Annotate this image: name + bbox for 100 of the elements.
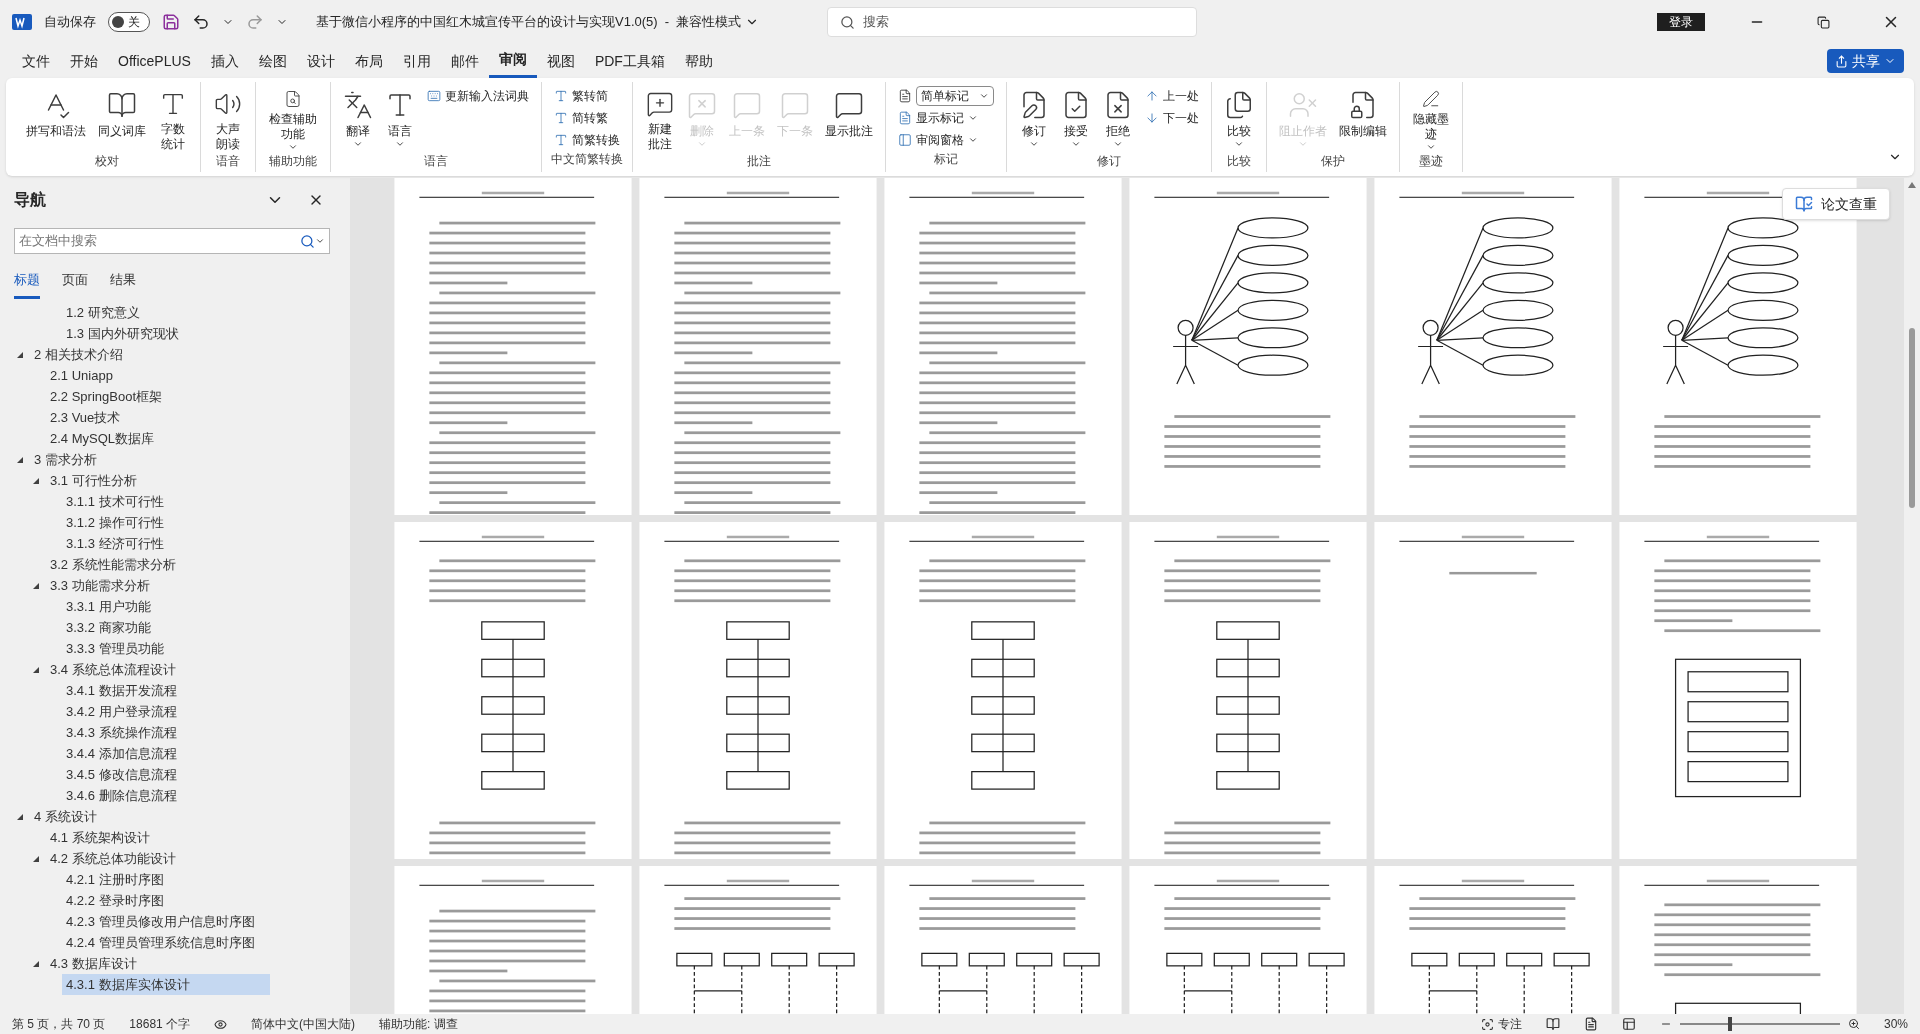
- heading-item[interactable]: 2 相关技术介绍: [30, 344, 123, 365]
- scrollbar-thumb[interactable]: [1909, 328, 1915, 508]
- heading-item[interactable]: 3.4.6 删除信息流程: [62, 785, 177, 806]
- zoom-slider[interactable]: [1679, 1017, 1840, 1031]
- ribbon-button[interactable]: 翻译: [339, 86, 377, 152]
- ribbon-button[interactable]: 隐藏墨迹: [1408, 86, 1454, 152]
- ribbon-button[interactable]: 字数统计: [154, 86, 192, 152]
- heading-item[interactable]: 3.3.2 商家功能: [62, 617, 151, 638]
- heading-item[interactable]: 3.3.3 管理员功能: [62, 638, 164, 659]
- ribbon-button[interactable]: 审阅窗格: [898, 130, 994, 150]
- search-input[interactable]: 搜索: [863, 12, 1185, 32]
- heading-item[interactable]: 3.4.3 系统操作流程: [62, 722, 177, 743]
- heading-item[interactable]: 3.4.2 用户登录流程: [62, 701, 177, 722]
- login-button[interactable]: 登录: [1657, 13, 1705, 31]
- heading-item[interactable]: 4.3.1 数据库实体设计: [62, 974, 270, 995]
- ribbon-tab[interactable]: 邮件: [440, 44, 489, 78]
- heading-item[interactable]: 4.2 系统总体功能设计: [46, 848, 176, 869]
- ribbon-tab[interactable]: 视图: [536, 44, 585, 78]
- ribbon-tab[interactable]: 文件: [12, 44, 60, 78]
- ribbon-tab[interactable]: 插入: [200, 44, 249, 78]
- expanded-triangle-icon[interactable]: [16, 455, 24, 464]
- ribbon-tab[interactable]: 引用: [392, 44, 441, 78]
- search-field[interactable]: 在文档中搜索: [14, 228, 330, 254]
- language-status[interactable]: 简体中文(中国大陆): [251, 1015, 356, 1033]
- heading-item[interactable]: 4.1 系统架构设计: [46, 827, 150, 848]
- ribbon-tab[interactable]: 绘图: [248, 44, 297, 78]
- ribbon-button[interactable]: 显示批注: [821, 86, 877, 152]
- heading-item[interactable]: 3.3.1 用户功能: [62, 596, 151, 617]
- restore-icon[interactable]: [1817, 15, 1830, 29]
- search-field[interactable]: 搜索: [827, 7, 1198, 37]
- heading-item[interactable]: 3.1.2 操作可行性: [62, 512, 164, 533]
- ribbon-tab[interactable]: OfficePLUS: [108, 44, 201, 78]
- ribbon-tab[interactable]: 开始: [60, 44, 108, 78]
- heading-item[interactable]: 3.3 功能需求分析: [46, 575, 150, 596]
- share-button[interactable]: 共享: [1827, 49, 1904, 73]
- heading-item[interactable]: 3.4.4 添加信息流程: [62, 743, 177, 764]
- ribbon-button[interactable]: 同义词库: [94, 86, 150, 152]
- web-layout-icon[interactable]: [1621, 1017, 1636, 1031]
- expanded-triangle-icon[interactable]: [32, 476, 40, 485]
- proofing-icon[interactable]: [214, 1017, 228, 1031]
- ribbon-button[interactable]: 比较: [1220, 86, 1258, 152]
- ribbon-button[interactable]: 大声朗读: [209, 86, 247, 152]
- heading-item[interactable]: 3.1.1 技术可行性: [62, 491, 164, 512]
- focus-button[interactable]: 专注: [1480, 1015, 1522, 1033]
- expanded-triangle-icon[interactable]: [32, 581, 40, 590]
- undo-icon[interactable]: [192, 13, 210, 31]
- heading-item[interactable]: 3.4.1 数据开发流程: [62, 680, 177, 701]
- page-count[interactable]: 第 5 页，共 70 页: [12, 1015, 106, 1033]
- ribbon-button[interactable]: 简繁转换: [554, 130, 620, 150]
- zoom-in-icon[interactable]: [1847, 1018, 1860, 1030]
- ribbon-button[interactable]: 语言: [381, 86, 419, 152]
- ribbon-tab[interactable]: 布局: [344, 44, 393, 78]
- ribbon-button[interactable]: 检查辅助功能: [264, 86, 322, 152]
- search-input[interactable]: 在文档中搜索: [19, 231, 300, 251]
- ribbon-button[interactable]: 接受: [1057, 86, 1095, 152]
- plagiarism-check-button[interactable]: 论文查重: [1782, 188, 1890, 220]
- heading-item[interactable]: 1.3 国内外研究现状: [66, 323, 179, 344]
- expanded-triangle-icon[interactable]: [32, 959, 40, 968]
- ribbon-button[interactable]: 拼写和语法: [22, 86, 90, 152]
- print-layout-icon[interactable]: [1583, 1017, 1598, 1031]
- heading-item[interactable]: 2.4 MySQL数据库: [46, 428, 155, 449]
- heading-item[interactable]: 4.2.1 注册时序图: [62, 869, 164, 890]
- ribbon-button[interactable]: 上一处: [1145, 86, 1199, 106]
- nav-tab[interactable]: 结果: [110, 270, 136, 296]
- ribbon-button[interactable]: 新建批注: [641, 86, 679, 152]
- heading-item[interactable]: 3.1 可行性分析: [46, 470, 137, 491]
- heading-item[interactable]: 4 系统设计: [30, 806, 97, 827]
- nav-tab[interactable]: 标题: [14, 270, 40, 299]
- scroll-up-icon[interactable]: [1908, 182, 1916, 188]
- ribbon-button[interactable]: 更新输入法词典: [427, 86, 529, 106]
- vertical-scrollbar[interactable]: [1904, 178, 1920, 1014]
- nav-tab[interactable]: 页面: [62, 270, 88, 296]
- heading-item[interactable]: 2.1 Uniapp: [46, 365, 113, 386]
- expanded-triangle-icon[interactable]: [32, 665, 40, 674]
- zoom-level[interactable]: 30%: [1883, 1015, 1908, 1033]
- ribbon-tab[interactable]: 设计: [296, 44, 345, 78]
- search-icon[interactable]: [300, 233, 315, 249]
- heading-item[interactable]: 3.4.5 修改信息流程: [62, 764, 177, 785]
- accessibility-status[interactable]: 辅助功能: 调查: [379, 1015, 458, 1033]
- heading-item[interactable]: 2.2 SpringBoot框架: [46, 386, 162, 407]
- heading-item[interactable]: 4.2.4 管理员管理系统信息时序图: [62, 932, 255, 953]
- heading-item[interactable]: 4.2.3 管理员修改用户信息时序图: [62, 911, 255, 932]
- heading-item[interactable]: 4.3 数据库设计: [46, 953, 137, 974]
- ribbon-button[interactable]: 显示标记: [898, 108, 994, 128]
- expanded-triangle-icon[interactable]: [16, 350, 24, 359]
- ribbon-tab[interactable]: PDF工具箱: [584, 44, 675, 78]
- document-title[interactable]: 基于微信小程序的中国红木城宣传平台的设计与实现V1.0(5) - 兼容性模式: [316, 12, 760, 32]
- ribbon-button[interactable]: 繁转简: [554, 86, 620, 106]
- read-mode-icon[interactable]: [1545, 1017, 1560, 1031]
- caret-icon[interactable]: [315, 236, 325, 246]
- heading-item[interactable]: 2.3 Vue技术: [46, 407, 121, 428]
- slider-thumb[interactable]: [1727, 1017, 1732, 1031]
- ribbon-button[interactable]: 修订: [1015, 86, 1053, 152]
- heading-item[interactable]: 4.2.2 登录时序图: [62, 890, 164, 911]
- ribbon-button[interactable]: 拒绝: [1099, 86, 1137, 152]
- heading-item[interactable]: 1.2 研究意义: [66, 302, 140, 323]
- ribbon-button[interactable]: 下一处: [1145, 108, 1199, 128]
- word-count[interactable]: 18681 个字: [129, 1015, 191, 1033]
- save-icon[interactable]: [162, 13, 180, 31]
- heading-item[interactable]: 3.1.3 经济可行性: [62, 533, 164, 554]
